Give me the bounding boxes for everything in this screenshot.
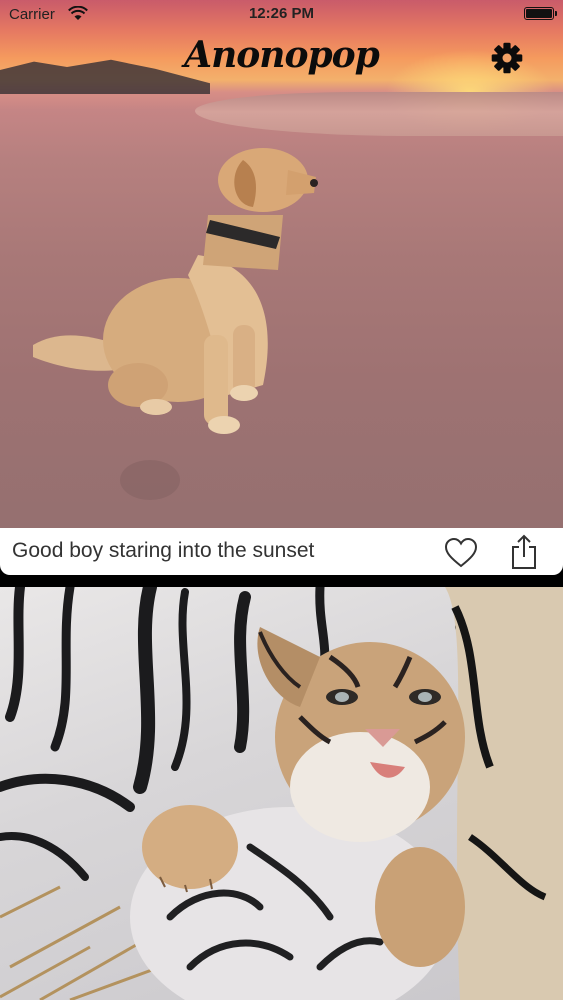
status-time: 12:26 PM bbox=[248, 5, 315, 22]
like-button[interactable] bbox=[443, 537, 479, 569]
share-icon bbox=[512, 534, 536, 569]
heart-icon bbox=[444, 537, 478, 568]
tiger-figure bbox=[0, 587, 563, 1000]
gear-icon bbox=[491, 42, 523, 74]
dog-figure bbox=[33, 148, 318, 434]
app-title: Anonopop bbox=[184, 34, 380, 76]
settings-button[interactable] bbox=[487, 38, 527, 78]
status-bar: Carrier 12:26 PM bbox=[0, 0, 563, 30]
post-caption-bar: Good boy staring into the sunset bbox=[0, 528, 563, 575]
post-photo-tiger-cub[interactable] bbox=[0, 587, 563, 1000]
sea-water bbox=[195, 92, 563, 136]
battery-icon bbox=[524, 7, 557, 20]
share-button[interactable] bbox=[508, 533, 540, 571]
post-caption: Good boy staring into the sunset bbox=[12, 539, 315, 562]
sand-footprint bbox=[120, 460, 180, 500]
